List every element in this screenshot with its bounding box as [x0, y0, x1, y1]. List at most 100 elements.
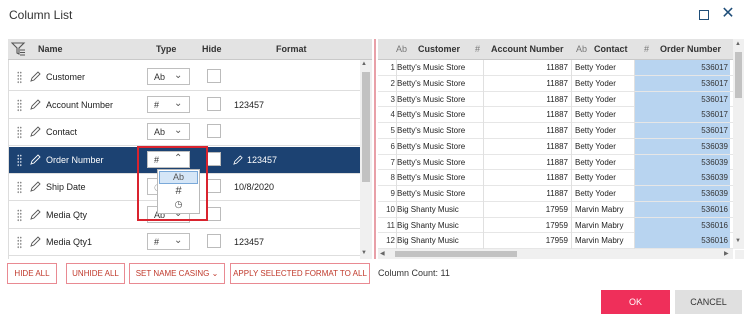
maximize-icon[interactable] — [699, 10, 709, 20]
hide-checkbox[interactable] — [207, 234, 221, 248]
row-number: 11 — [386, 220, 395, 230]
scroll-left-icon[interactable]: ◀ — [380, 250, 385, 257]
drag-handle-icon[interactable] — [17, 236, 22, 249]
cell-customer: Betty's Music Store — [397, 173, 466, 183]
preview-header-customer[interactable]: Customer — [418, 44, 460, 54]
format-value: 10/8/2020 — [234, 182, 275, 192]
hide-checkbox[interactable] — [207, 124, 221, 138]
header-type: Type — [156, 44, 177, 54]
cell-customer: Big Shanty Music — [397, 236, 459, 246]
row-number: 10 — [386, 204, 395, 214]
cell-order-number: 536016 — [635, 217, 730, 233]
column-name: Ship Date — [46, 182, 86, 192]
type-select[interactable]: # ⌄ — [147, 233, 190, 250]
cell-customer: Big Shanty Music — [397, 204, 459, 214]
hide-checkbox[interactable] — [207, 179, 221, 193]
preview-row: 6 Betty's Music Store 11887 Betty Yoder 5360… — [378, 138, 733, 155]
column-list-scroll-thumb[interactable] — [362, 72, 370, 182]
cell-account-number: 11887 — [546, 141, 568, 151]
column-name: Account Number — [46, 99, 114, 110]
drag-handle-icon[interactable] — [17, 181, 22, 194]
scroll-down-icon[interactable]: ▼ — [735, 238, 741, 244]
cell-order-number: 536017 — [635, 107, 730, 123]
type-value: Ab — [154, 127, 166, 137]
row-number: 9 — [390, 189, 395, 198]
type-select[interactable]: # ⌄ — [147, 95, 190, 113]
cell-order-number: 536017 — [635, 91, 730, 107]
drag-handle-icon[interactable] — [17, 126, 22, 139]
edit-icon[interactable] — [30, 181, 41, 192]
edit-format-icon[interactable] — [233, 154, 243, 165]
cell-contact: Marvin Mabry — [575, 204, 624, 214]
drag-handle-icon[interactable] — [17, 71, 22, 84]
chevron-down-icon: ⌄ — [211, 269, 219, 278]
preview-header-contact[interactable]: Contact — [594, 44, 628, 54]
preview-header: Ab Customer # Account Number Ab Contact … — [378, 39, 733, 60]
preview-grid: 1 Betty's Music Store 11887 Betty Yoder 5360… — [378, 39, 733, 259]
column-list-header: Name Type Hide Format — [8, 39, 372, 60]
apply-format-button[interactable]: APPLY SELECTED FORMAT TO ALL — [230, 263, 370, 284]
type-select[interactable]: Ab ⌄ — [147, 68, 190, 85]
column-row[interactable]: Media Qty1 # ⌄ 123457 — [9, 229, 360, 256]
scroll-up-icon[interactable]: ▲ — [735, 41, 741, 47]
hide-all-button[interactable]: HIDE ALL — [7, 263, 57, 284]
edit-icon[interactable] — [30, 98, 41, 110]
edit-icon[interactable] — [30, 153, 41, 165]
scroll-up-icon[interactable]: ▲ — [361, 61, 367, 67]
preview-row: 5 Betty's Music Store 11887 Betty Yoder 5360… — [378, 123, 733, 139]
cell-customer: Betty's Music Store — [397, 94, 466, 104]
ok-button[interactable]: OK — [601, 290, 670, 314]
row-number: 4 — [390, 110, 395, 120]
cancel-button[interactable]: CANCEL — [675, 290, 742, 314]
unhide-all-button[interactable]: UNHIDE ALL — [66, 263, 125, 284]
scroll-down-icon[interactable]: ▼ — [361, 250, 367, 256]
column-divider — [571, 60, 572, 259]
cell-contact: Marvin Mabry — [575, 236, 624, 246]
edit-icon[interactable] — [30, 71, 41, 82]
hide-checkbox[interactable] — [207, 151, 221, 166]
column-chooser-icon[interactable] — [11, 42, 26, 56]
splitter[interactable] — [374, 39, 376, 259]
scroll-right-icon[interactable]: ▶ — [724, 250, 729, 257]
cell-order-number: 536016 — [635, 233, 730, 249]
column-divider — [396, 60, 397, 259]
cell-contact: Betty Yoder — [575, 126, 616, 135]
column-row[interactable]: Contact Ab ⌄ — [9, 119, 360, 146]
type-icon: Ab — [396, 44, 408, 54]
column-count: Column Count: 11 — [378, 268, 450, 278]
type-icon: Ab — [576, 44, 588, 54]
type-value: # — [154, 99, 160, 110]
edit-icon[interactable] — [30, 126, 41, 137]
preview-header-account-number[interactable]: Account Number — [491, 44, 564, 54]
hide-checkbox[interactable] — [207, 69, 221, 83]
preview-row: 9 Betty's Music Store 11887 Betty Yoder 5360… — [378, 186, 733, 202]
column-name: Contact — [46, 127, 78, 137]
cell-customer: Betty's Music Store — [397, 63, 466, 72]
header-name: Name — [38, 44, 63, 54]
drag-handle-icon[interactable] — [17, 208, 22, 222]
set-name-casing-button[interactable]: SET NAME CASING ⌄ — [129, 263, 225, 284]
cell-order-number: 536017 — [635, 123, 730, 138]
close-icon[interactable]: ✕ — [720, 6, 736, 22]
hide-checkbox[interactable] — [207, 206, 221, 221]
drag-handle-icon[interactable] — [17, 153, 22, 167]
drag-handle-icon[interactable] — [17, 98, 22, 112]
preview-horizontal-thumb[interactable] — [395, 251, 517, 257]
edit-icon[interactable] — [30, 208, 41, 220]
preview-vertical-thumb[interactable] — [735, 52, 742, 98]
column-row[interactable]: Customer Ab ⌄ — [9, 64, 360, 91]
row-number: 8 — [390, 173, 395, 183]
column-divider — [634, 60, 635, 259]
preview-header-order-number[interactable]: Order Number — [660, 44, 721, 54]
chevron-down-icon: ⌄ — [174, 235, 183, 246]
row-number: 1 — [390, 63, 395, 72]
type-select[interactable]: Ab ⌄ — [147, 123, 190, 140]
column-row[interactable]: Account Number # ⌄ 123457 — [9, 91, 360, 119]
preview-row: 4 Betty's Music Store 11887 Betty Yoder 5360… — [378, 107, 733, 124]
hide-checkbox[interactable] — [207, 96, 221, 111]
cell-contact: Betty Yoder — [575, 110, 616, 120]
cell-account-number: 17959 — [545, 220, 568, 230]
preview-row: 7 Betty's Music Store 11887 Betty Yoder 5360… — [378, 154, 733, 171]
header-format: Format — [276, 44, 307, 54]
edit-icon[interactable] — [30, 236, 41, 247]
